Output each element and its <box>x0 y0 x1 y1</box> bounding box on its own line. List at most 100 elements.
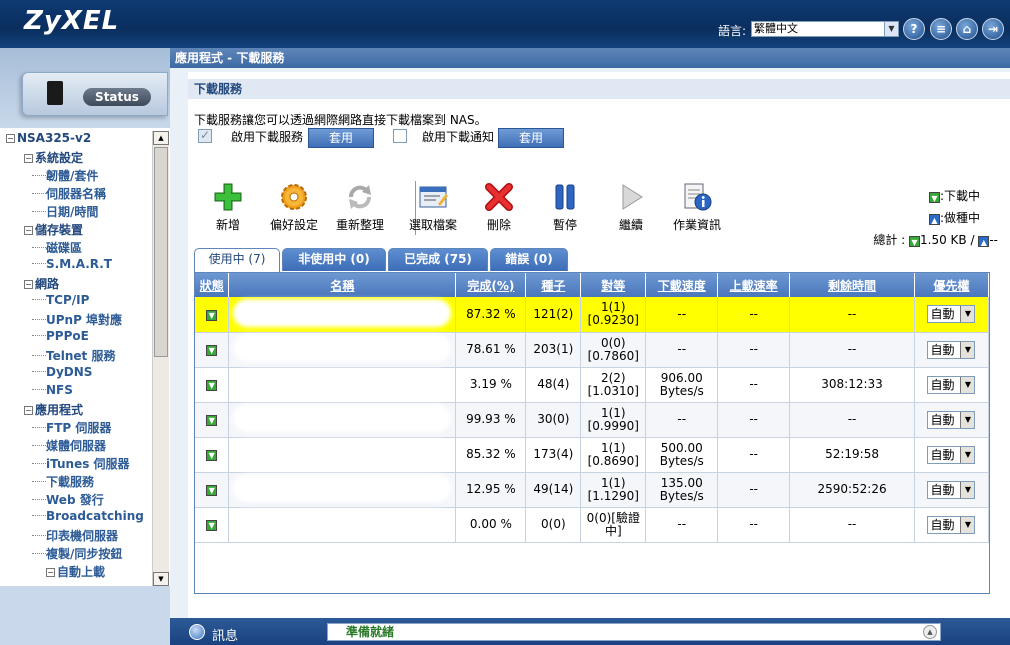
priority-select[interactable]: 自動 ▼ <box>927 410 976 429</box>
expand-up-icon[interactable]: ▲ <box>923 625 937 639</box>
select-files-label: 選取檔案 <box>408 218 457 232</box>
apply-notify-button[interactable]: 套用 <box>498 128 564 148</box>
tree-item[interactable]: UPnP 埠對應 <box>32 311 122 328</box>
help-icon[interactable]: ? <box>903 18 925 40</box>
tree-item[interactable]: 日期/時間 <box>32 203 98 220</box>
tab-active[interactable]: 使用中 (7) <box>194 248 280 272</box>
tree-item[interactable]: − 應用程式 <box>24 401 83 418</box>
complete-cell: 85.32 % <box>455 437 527 473</box>
table-row[interactable]: ▼ 0.00 % 0(0) 0(0)[驗證 中] -- -- -- 自動 ▼ <box>195 507 990 543</box>
scroll-thumb[interactable] <box>154 147 168 357</box>
enable-service-checkbox[interactable] <box>198 128 212 143</box>
collapse-icon[interactable]: − <box>24 280 33 289</box>
language-select[interactable]: 繁體中文 ▼ <box>751 21 899 37</box>
select-files-button[interactable]: 選取檔案 <box>398 182 468 233</box>
collapse-icon[interactable]: − <box>24 226 33 235</box>
status-tab[interactable]: Status <box>22 72 168 116</box>
col-seeds[interactable]: 種子 <box>525 273 582 297</box>
status-label: Status <box>83 88 151 106</box>
collapse-icon[interactable]: − <box>24 154 33 163</box>
tab-completed[interactable]: 已完成 (75) <box>388 248 488 271</box>
seeds-cell: 48(4) <box>525 367 582 403</box>
tab-inactive[interactable]: 非使用中 (0) <box>282 248 386 271</box>
tree-item[interactable]: 印表機伺服器 <box>32 527 118 544</box>
resume-button[interactable]: 繼續 <box>596 182 666 233</box>
preferences-button[interactable]: 偏好設定 <box>259 182 329 233</box>
about-icon[interactable]: ≡ <box>930 18 952 40</box>
col-name[interactable]: 名稱 <box>228 273 457 297</box>
job-info-button[interactable]: 作業資訊 <box>662 182 732 233</box>
tree-item[interactable]: iTunes 伺服器 <box>32 455 130 472</box>
collapse-icon[interactable]: − <box>6 134 15 143</box>
upload-speed-cell: -- <box>717 367 791 403</box>
tree-scrollbar[interactable]: ▲ ▼ <box>152 131 169 586</box>
peers-value: 1(1) <box>600 300 626 315</box>
tree-connector <box>32 553 46 554</box>
tree-item[interactable]: FTP 伺服器 <box>32 419 111 436</box>
priority-select[interactable]: 自動 ▼ <box>927 515 976 534</box>
col-status[interactable]: 狀態 <box>195 273 230 297</box>
collapse-icon[interactable]: − <box>24 406 33 415</box>
tree-item[interactable]: DyDNS <box>32 365 92 379</box>
tree-item[interactable]: 伺服器名稱 <box>32 185 106 202</box>
download-speed-value: 500.00 <box>660 440 703 455</box>
rearrange-button[interactable]: 重新整理 <box>325 182 395 233</box>
enable-notify-checkbox[interactable] <box>393 129 407 143</box>
table-row[interactable]: ▼ 78.61 % 203(1) 0(0) [0.7860] -- -- -- 自動 ▼ <box>195 332 990 368</box>
logout-icon[interactable]: ⇥ <box>982 18 1004 40</box>
col-remaining[interactable]: 剩餘時間 <box>789 273 915 297</box>
tree-item[interactable]: Broadcatching <box>32 509 144 523</box>
col-upload-speed[interactable]: 上載速率 <box>717 273 791 297</box>
tree-item[interactable]: − 儲存裝置 <box>24 221 83 238</box>
scroll-down-icon[interactable]: ▼ <box>153 572 169 586</box>
add-button[interactable]: 新增 <box>193 182 263 233</box>
tree-item[interactable]: TCP/IP <box>32 293 89 307</box>
tree-item[interactable]: 複製/同步按鈕 <box>32 545 123 562</box>
table-row[interactable]: ▼ 99.93 % 30(0) 1(1) [0.9990] -- -- -- 自動 ▼ <box>195 402 990 438</box>
tree-item[interactable]: − 自動上載 <box>46 563 105 580</box>
tree-item[interactable]: 下載服務 <box>32 473 94 490</box>
apply-service-button[interactable]: 套用 <box>308 128 374 148</box>
table-row[interactable]: ▼ 85.32 % 173(4) 1(1) [0.8690] 500.00 Bytes/s -… <box>195 437 990 473</box>
gear-icon <box>279 182 309 212</box>
tree-item[interactable]: PPPoE <box>32 329 89 343</box>
table-row[interactable]: ▼ 87.32 % 121(2) 1(1) [0.9230] -- -- -- 自動 ▼ <box>195 297 990 333</box>
tree-item[interactable]: 韌體/套件 <box>32 167 99 184</box>
delete-button[interactable]: 刪除 <box>464 182 534 233</box>
tree-item[interactable]: 媒體伺服器 <box>32 437 106 454</box>
tree-item-label: 韌體/套件 <box>46 169 99 183</box>
message-text: 準備就緒 <box>346 625 395 639</box>
col-complete[interactable]: 完成(%) <box>455 273 527 297</box>
col-download-speed[interactable]: 下載速度 <box>645 273 719 297</box>
tree-item[interactable]: NFS <box>32 383 73 397</box>
tree-item[interactable]: − 系統設定 <box>24 149 83 166</box>
tree-item-label: 複製/同步按鈕 <box>46 547 123 561</box>
tree-item[interactable]: − 網路 <box>24 275 59 292</box>
priority-select[interactable]: 自動 ▼ <box>927 305 976 324</box>
seeds-cell: 203(1) <box>525 332 582 368</box>
priority-select[interactable]: 自動 ▼ <box>927 480 976 499</box>
breadcrumb: 應用程式 - 下載服務 <box>170 48 1010 68</box>
priority-select[interactable]: 自動 ▼ <box>927 445 976 464</box>
tree-item[interactable]: − NSA325-v2 <box>6 131 91 145</box>
scroll-up-icon[interactable]: ▲ <box>153 131 169 145</box>
table-row[interactable]: ▼ 12.95 % 49(14) 1(1) [1.1290] 135.00 Bytes/s -… <box>195 472 990 508</box>
tree-item[interactable]: Telnet 服務 <box>32 347 115 364</box>
upload-speed-cell: -- <box>717 332 791 368</box>
tab-error[interactable]: 錯誤 (0) <box>490 248 568 271</box>
tree-item[interactable]: 磁碟區 <box>32 239 82 256</box>
delete-icon <box>484 182 514 212</box>
tree-item[interactable]: S.M.A.R.T <box>32 257 112 271</box>
priority-select[interactable]: 自動 ▼ <box>927 375 976 394</box>
col-peers[interactable]: 對等 <box>580 273 647 297</box>
col-priority[interactable]: 優先權 <box>914 273 990 297</box>
pause-button[interactable]: 暫停 <box>530 182 600 233</box>
priority-select[interactable]: 自動 ▼ <box>927 340 976 359</box>
home-icon[interactable]: ⌂ <box>956 18 978 40</box>
collapse-icon[interactable]: − <box>46 568 55 577</box>
table-row[interactable]: ▼ 3.19 % 48(4) 2(2) [1.0310] 906.00 Bytes/s -- 3… <box>195 367 990 403</box>
tree-item[interactable]: Web 發行 <box>32 491 104 508</box>
priority-value: 自動 <box>930 447 955 462</box>
priority-value: 自動 <box>930 517 955 532</box>
download-speed-cell: -- <box>645 507 719 543</box>
